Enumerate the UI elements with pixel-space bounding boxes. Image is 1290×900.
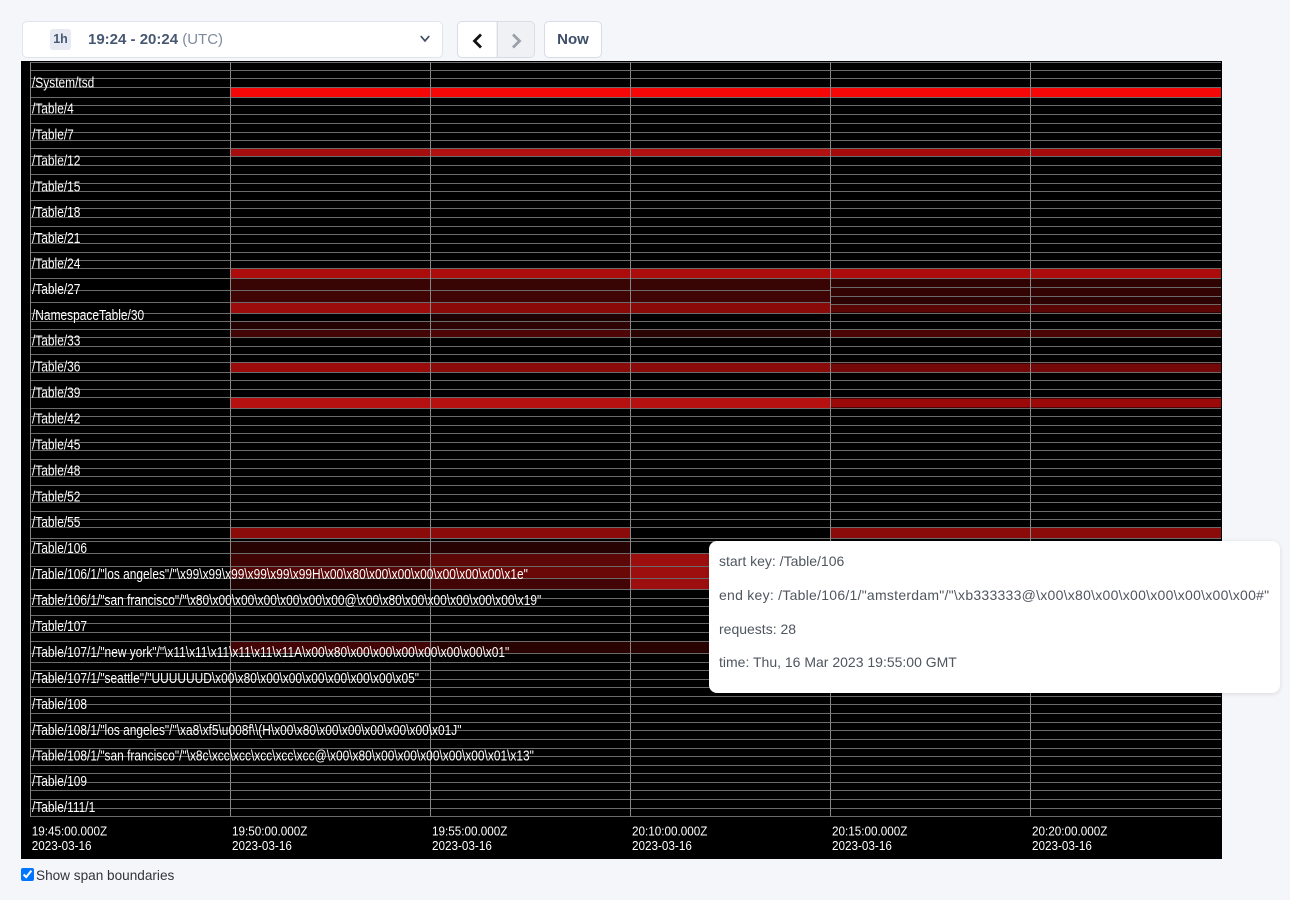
svg-text:/Table/27: /Table/27 (32, 281, 80, 298)
svg-text:/NamespaceTable/30: /NamespaceTable/30 (32, 307, 144, 324)
svg-text:20:20:00.000Z: 20:20:00.000Z (1032, 824, 1108, 839)
svg-text:/Table/45: /Table/45 (32, 436, 80, 453)
svg-text:/Table/107/1/"new york"/"\x11\: /Table/107/1/"new york"/"\x11\x11\x11\x1… (32, 644, 509, 661)
svg-text:/Table/21: /Table/21 (32, 230, 80, 247)
svg-text:/Table/108/1/"los angeles"/"\x: /Table/108/1/"los angeles"/"\xa8\xf5\u00… (32, 722, 462, 739)
svg-text:20:10:00.000Z: 20:10:00.000Z (632, 824, 708, 839)
svg-text:2023-03-16: 2023-03-16 (832, 838, 892, 853)
svg-text:/Table/33: /Table/33 (32, 332, 80, 349)
svg-text:2023-03-16: 2023-03-16 (32, 838, 92, 853)
svg-text:19:55:00.000Z: 19:55:00.000Z (432, 824, 508, 839)
svg-text:/Table/7: /Table/7 (32, 126, 74, 143)
svg-text:/Table/15: /Table/15 (32, 178, 80, 195)
svg-text:/Table/55: /Table/55 (32, 514, 80, 531)
svg-text:/Table/42: /Table/42 (32, 410, 80, 427)
svg-text:/Table/106/1/"san francisco"/": /Table/106/1/"san francisco"/"\x80\x00\x… (32, 592, 541, 609)
svg-text:/Table/18: /Table/18 (32, 204, 80, 221)
svg-text:2023-03-16: 2023-03-16 (432, 838, 492, 853)
svg-text:/Table/109: /Table/109 (32, 773, 87, 790)
svg-text:/Table/107/1/"seattle"/"UUUUUU: /Table/107/1/"seattle"/"UUUUUUD\x00\x80\… (32, 670, 419, 687)
svg-text:/Table/107: /Table/107 (32, 618, 87, 635)
svg-text:/Table/48: /Table/48 (32, 462, 80, 479)
svg-text:20:15:00.000Z: 20:15:00.000Z (832, 824, 908, 839)
svg-text:/Table/24: /Table/24 (32, 255, 81, 272)
svg-text:/Table/39: /Table/39 (32, 384, 80, 401)
svg-text:19:45:00.000Z: 19:45:00.000Z (32, 824, 108, 839)
svg-text:/Table/108: /Table/108 (32, 696, 87, 713)
svg-text:/Table/36: /Table/36 (32, 358, 80, 375)
svg-text:/Table/52: /Table/52 (32, 488, 80, 505)
svg-text:2023-03-16: 2023-03-16 (1032, 838, 1092, 853)
svg-text:/Table/12: /Table/12 (32, 152, 80, 169)
svg-text:/Table/106: /Table/106 (32, 540, 87, 557)
svg-text:/Table/111/1: /Table/111/1 (32, 799, 95, 816)
svg-text:/Table/4: /Table/4 (32, 100, 74, 117)
svg-text:/System/tsd: /System/tsd (32, 74, 94, 91)
svg-text:/Table/106/1/"los angeles"/"\x: /Table/106/1/"los angeles"/"\x99\x99\x99… (32, 566, 528, 583)
svg-text:/Table/108/1/"san francisco"/": /Table/108/1/"san francisco"/"\x8c\xcc\x… (32, 747, 534, 764)
svg-text:2023-03-16: 2023-03-16 (632, 838, 692, 853)
svg-text:2023-03-16: 2023-03-16 (232, 838, 292, 853)
svg-text:19:50:00.000Z: 19:50:00.000Z (232, 824, 308, 839)
